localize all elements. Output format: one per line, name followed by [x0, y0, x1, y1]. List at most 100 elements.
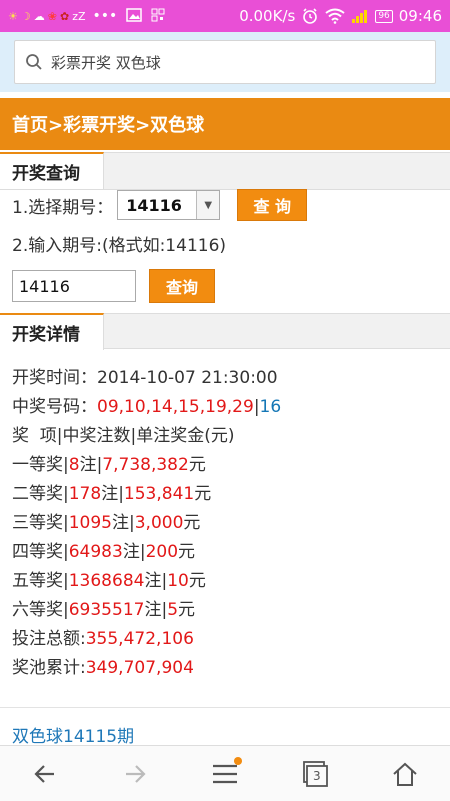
total-bet: 355,472,106	[85, 629, 194, 649]
prize-amount: 7,738,382	[102, 455, 189, 475]
arrow-left-icon	[34, 764, 54, 783]
battery-icon: 96	[375, 9, 393, 23]
wifi-icon	[325, 8, 345, 24]
draw-time-label: 开奖时间：	[12, 368, 97, 388]
prize-row: 五等奖|1368684注|10元	[12, 567, 281, 596]
alarm-icon	[301, 7, 319, 25]
query-section-header: 开奖查询	[0, 152, 450, 190]
select-label: 1.选择期号：	[12, 197, 114, 218]
home-icon	[393, 762, 417, 786]
qr-icon	[151, 8, 165, 25]
prize-count: 1095	[68, 513, 112, 533]
prize-count: 6935517	[68, 600, 145, 620]
forward-button[interactable]	[110, 752, 160, 796]
arrow-right-icon	[126, 764, 146, 783]
network-speed: 0.00K/s	[239, 7, 296, 25]
prize-row: 六等奖|6935517注|5元	[12, 596, 281, 625]
menu-icon	[213, 764, 237, 783]
signal-icon	[351, 9, 369, 23]
prize-count-unit: 注	[112, 513, 129, 533]
notification-dot	[234, 756, 242, 765]
prize-row: 四等奖|64983注|200元	[12, 538, 281, 567]
prize-name: 四等奖	[12, 542, 63, 562]
moon-icon: ☽	[20, 9, 31, 23]
red-numbers: 09,10,14,15,19,29	[97, 397, 254, 417]
period-select-value: 14116	[126, 195, 182, 215]
pool-label: 奖池累计:	[12, 658, 86, 678]
tab-query[interactable]: 开奖查询	[0, 152, 104, 189]
prize-name: 一等奖	[12, 455, 63, 475]
divider	[0, 707, 450, 708]
search-text: 彩票开奖 双色球	[51, 53, 161, 72]
prize-amount: 5	[167, 600, 179, 620]
prize-row: 三等奖|1095注|3,000元	[12, 509, 281, 538]
total-bet-row: 投注总额:355,472,106	[12, 625, 281, 654]
prize-count-unit: 注	[144, 600, 162, 620]
prize-count: 178	[68, 484, 102, 504]
home-button[interactable]	[380, 752, 430, 796]
prize-count-unit: 注	[79, 455, 97, 475]
prize-amount-unit: 元	[178, 600, 196, 620]
prize-row: 一等奖|8注|7,738,382元	[12, 451, 281, 480]
prize-count: 1368684	[68, 571, 145, 591]
prize-name: 六等奖	[12, 600, 63, 620]
numbers-label: 中奖号码：	[12, 397, 97, 417]
prize-amount: 153,841	[123, 484, 195, 504]
prize-count: 8	[68, 455, 80, 475]
prize-row: 二等奖|178注|153,841元	[12, 480, 281, 509]
previous-draw-link[interactable]: 双色球14115期	[12, 722, 134, 747]
cloud-icon: ☁	[33, 9, 45, 23]
prize-amount-unit: 元	[188, 571, 206, 591]
prize-count-unit: 注	[101, 484, 119, 504]
tab-count: 3	[313, 768, 321, 783]
prize-amount: 10	[167, 571, 189, 591]
prize-amount-unit: 元	[178, 542, 196, 562]
weather-icon: ☀	[8, 9, 18, 23]
breadcrumb[interactable]: 首页>彩票开奖>双色球	[0, 98, 450, 150]
query-button[interactable]: 查 询	[237, 189, 308, 221]
blue-number: 16	[259, 397, 282, 417]
draw-time: 2014-10-07 21:30:00	[97, 368, 278, 388]
flower-icon: ❀	[47, 9, 57, 23]
menu-button[interactable]	[200, 752, 250, 796]
details-section-header: 开奖详情	[0, 313, 450, 350]
total-bet-label: 投注总额:	[12, 629, 86, 649]
draw-time-row: 开奖时间：2014-10-07 21:30:00	[12, 364, 281, 393]
draw-details: 开奖时间：2014-10-07 21:30:00 中奖号码：09,10,14,1…	[12, 364, 281, 683]
prize-count-unit: 注	[144, 571, 162, 591]
period-select[interactable]: 14116 ▼	[117, 190, 221, 220]
clock: 09:46	[398, 7, 442, 25]
input-label: 2.输入期号:(格式如:14116)	[12, 236, 227, 256]
status-left-icons: ☀ ☽ ☁ ❀ ✿ zZ •••	[8, 7, 165, 25]
prize-count-unit: 注	[122, 542, 140, 562]
search-input[interactable]: 彩票开奖 双色球	[14, 40, 436, 84]
prize-count: 64983	[68, 542, 123, 562]
prize-name: 二等奖	[12, 484, 63, 504]
status-bar: ☀ ☽ ☁ ❀ ✿ zZ ••• 0.00K/s 96 09:46	[0, 0, 450, 32]
image-icon	[126, 7, 143, 25]
prize-table-header: 奖 项|中奖注数|单注奖金(元)	[12, 426, 235, 446]
notification-icon: ✿	[59, 9, 70, 23]
prize-name: 三等奖	[12, 513, 63, 533]
prize-name: 五等奖	[12, 571, 63, 591]
tab-details[interactable]: 开奖详情	[0, 313, 104, 350]
bottom-nav: 3	[0, 745, 450, 801]
prize-amount: 3,000	[134, 513, 184, 533]
chevron-down-icon: ▼	[196, 191, 220, 219]
pool: 349,707,904	[85, 658, 194, 678]
prize-amount-unit: 元	[194, 484, 212, 504]
more-dots: •••	[92, 8, 118, 24]
prize-amount-unit: 元	[188, 455, 206, 475]
back-button[interactable]	[20, 752, 70, 796]
query-button-2[interactable]: 查询	[149, 269, 215, 303]
sleep-icon: zZ	[72, 9, 86, 23]
pool-row: 奖池累计:349,707,904	[12, 654, 281, 683]
period-input[interactable]: 14116	[12, 270, 136, 302]
tabs-button[interactable]: 3	[290, 752, 340, 796]
search-bar-container: 彩票开奖 双色球	[0, 32, 450, 92]
winning-numbers-row: 中奖号码：09,10,14,15,19,29|16	[12, 393, 281, 422]
prize-amount-unit: 元	[183, 513, 201, 533]
search-icon	[25, 53, 43, 71]
prize-amount: 200	[145, 542, 179, 562]
prize-table: 一等奖|8注|7,738,382元 二等奖|178注|153,841元 三等奖|10…	[12, 451, 281, 625]
